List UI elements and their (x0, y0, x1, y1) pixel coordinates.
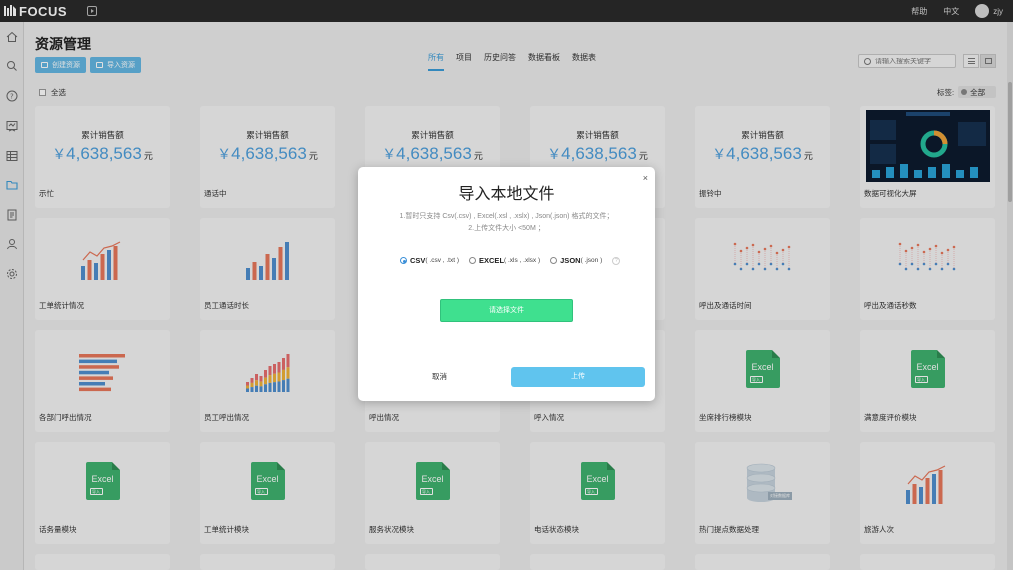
file-type-options: CSV ( .csv , .txt ) EXCEL ( .xls , .xlsx… (400, 256, 621, 265)
choose-file-button[interactable]: 请选择文件 (440, 299, 573, 322)
option-excel-label: EXCEL (479, 256, 505, 265)
description-line-2: 2.上传文件大小 <50M ； (468, 225, 545, 232)
upload-button[interactable]: 上传 (511, 367, 645, 387)
radio-json[interactable] (550, 257, 558, 264)
option-json[interactable]: JSON ( .json ) (550, 256, 602, 265)
help-icon[interactable]: ? (612, 256, 621, 265)
option-csv-label: CSV (410, 256, 426, 265)
cancel-button[interactable]: 取消 (376, 367, 503, 387)
import-file-dialog: × 导入本地文件 1.暂时只支持 Csv(.csv) , Excel(.xsl … (358, 167, 655, 401)
option-csv[interactable]: CSV ( .csv , .txt ) (400, 256, 459, 265)
option-json-label: JSON (560, 256, 581, 265)
option-csv-ext: ( .csv , .txt ) (425, 257, 460, 264)
description-line-1: 1.暂时只支持 Csv(.csv) , Excel(.xsl , .xslx) … (399, 213, 614, 220)
dialog-description: 1.暂时只支持 Csv(.csv) , Excel(.xsl , .xslx) … (358, 211, 655, 235)
option-json-ext: ( .json ) (580, 257, 603, 264)
option-excel-ext: ( .xls , .xlsx ) (504, 257, 541, 264)
radio-excel[interactable] (469, 257, 477, 264)
dialog-title: 导入本地文件 (458, 186, 555, 203)
radio-csv[interactable] (400, 257, 407, 264)
option-excel[interactable]: EXCEL ( .xls , .xlsx ) (469, 256, 540, 265)
